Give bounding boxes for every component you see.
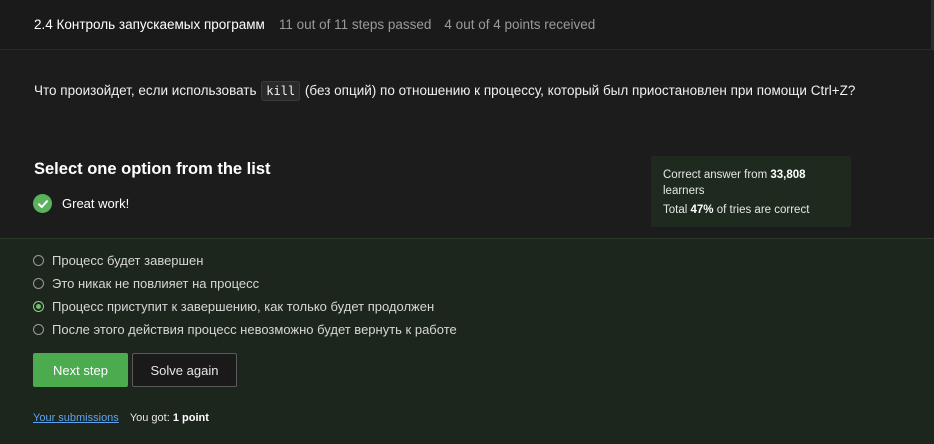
option-label: Это никак не повлияет на процесс [52, 276, 260, 291]
option-4[interactable]: После этого действия процесс невозможно … [33, 322, 457, 337]
score-value: 1 point [172, 412, 209, 424]
stats-rate-prefix: Total [663, 204, 691, 216]
feedback-text: Great work! [62, 196, 130, 211]
submission-footer: Your submissions You got: 1 point [33, 412, 209, 424]
check-circle-icon [33, 194, 52, 213]
radio-icon[interactable] [33, 278, 44, 289]
stats-learners-suffix: learners [663, 185, 705, 197]
top-bar: 2.4 Контроль запускаемых программ 11 out… [0, 0, 934, 50]
stats-learners-prefix: Correct answer from [663, 169, 771, 181]
question-text: Что произойдет, если использовать kill (… [34, 81, 856, 101]
points-progress: 4 out of 4 points received [444, 17, 596, 32]
correct-percent: 47% [690, 204, 714, 216]
question-text-before: Что произойдет, если использовать [34, 83, 261, 98]
option-1[interactable]: Процесс будет завершен [33, 253, 203, 268]
score-prefix: You got: [129, 412, 173, 424]
question-code: kill [261, 81, 301, 101]
option-label: Процесс приступит к завершению, как толь… [52, 299, 435, 314]
radio-checked-icon[interactable] [33, 301, 44, 312]
steps-progress: 11 out of 11 steps passed [278, 17, 432, 32]
feedback-message: Great work! [33, 194, 129, 213]
radio-icon[interactable] [33, 255, 44, 266]
lesson-title[interactable]: 2.4 Контроль запускаемых программ [34, 17, 265, 32]
option-label: После этого действия процесс невозможно … [52, 322, 457, 337]
radio-icon[interactable] [33, 324, 44, 335]
learners-count: 33,808 [770, 169, 806, 181]
stats-learners: Correct answer from 33,808 learners [663, 167, 839, 199]
score-text: You got: 1 point [130, 412, 209, 424]
option-label: Процесс будет завершен [52, 253, 204, 268]
stats-correct-rate: Total 47% of tries are correct [663, 202, 839, 218]
your-submissions-link[interactable]: Your submissions [33, 412, 119, 424]
stats-card: Correct answer from 33,808 learners Tota… [651, 156, 851, 227]
option-3[interactable]: Процесс приступит к завершению, как толь… [33, 299, 434, 314]
stats-rate-suffix: of tries are correct [713, 204, 810, 216]
select-heading: Select one option from the list [34, 160, 271, 178]
question-text-after: (без опций) по отношению к процессу, кот… [301, 83, 856, 98]
solve-again-button[interactable]: Solve again [132, 353, 237, 387]
next-step-button[interactable]: Next step [33, 353, 128, 387]
option-2[interactable]: Это никак не повлияет на процесс [33, 276, 259, 291]
